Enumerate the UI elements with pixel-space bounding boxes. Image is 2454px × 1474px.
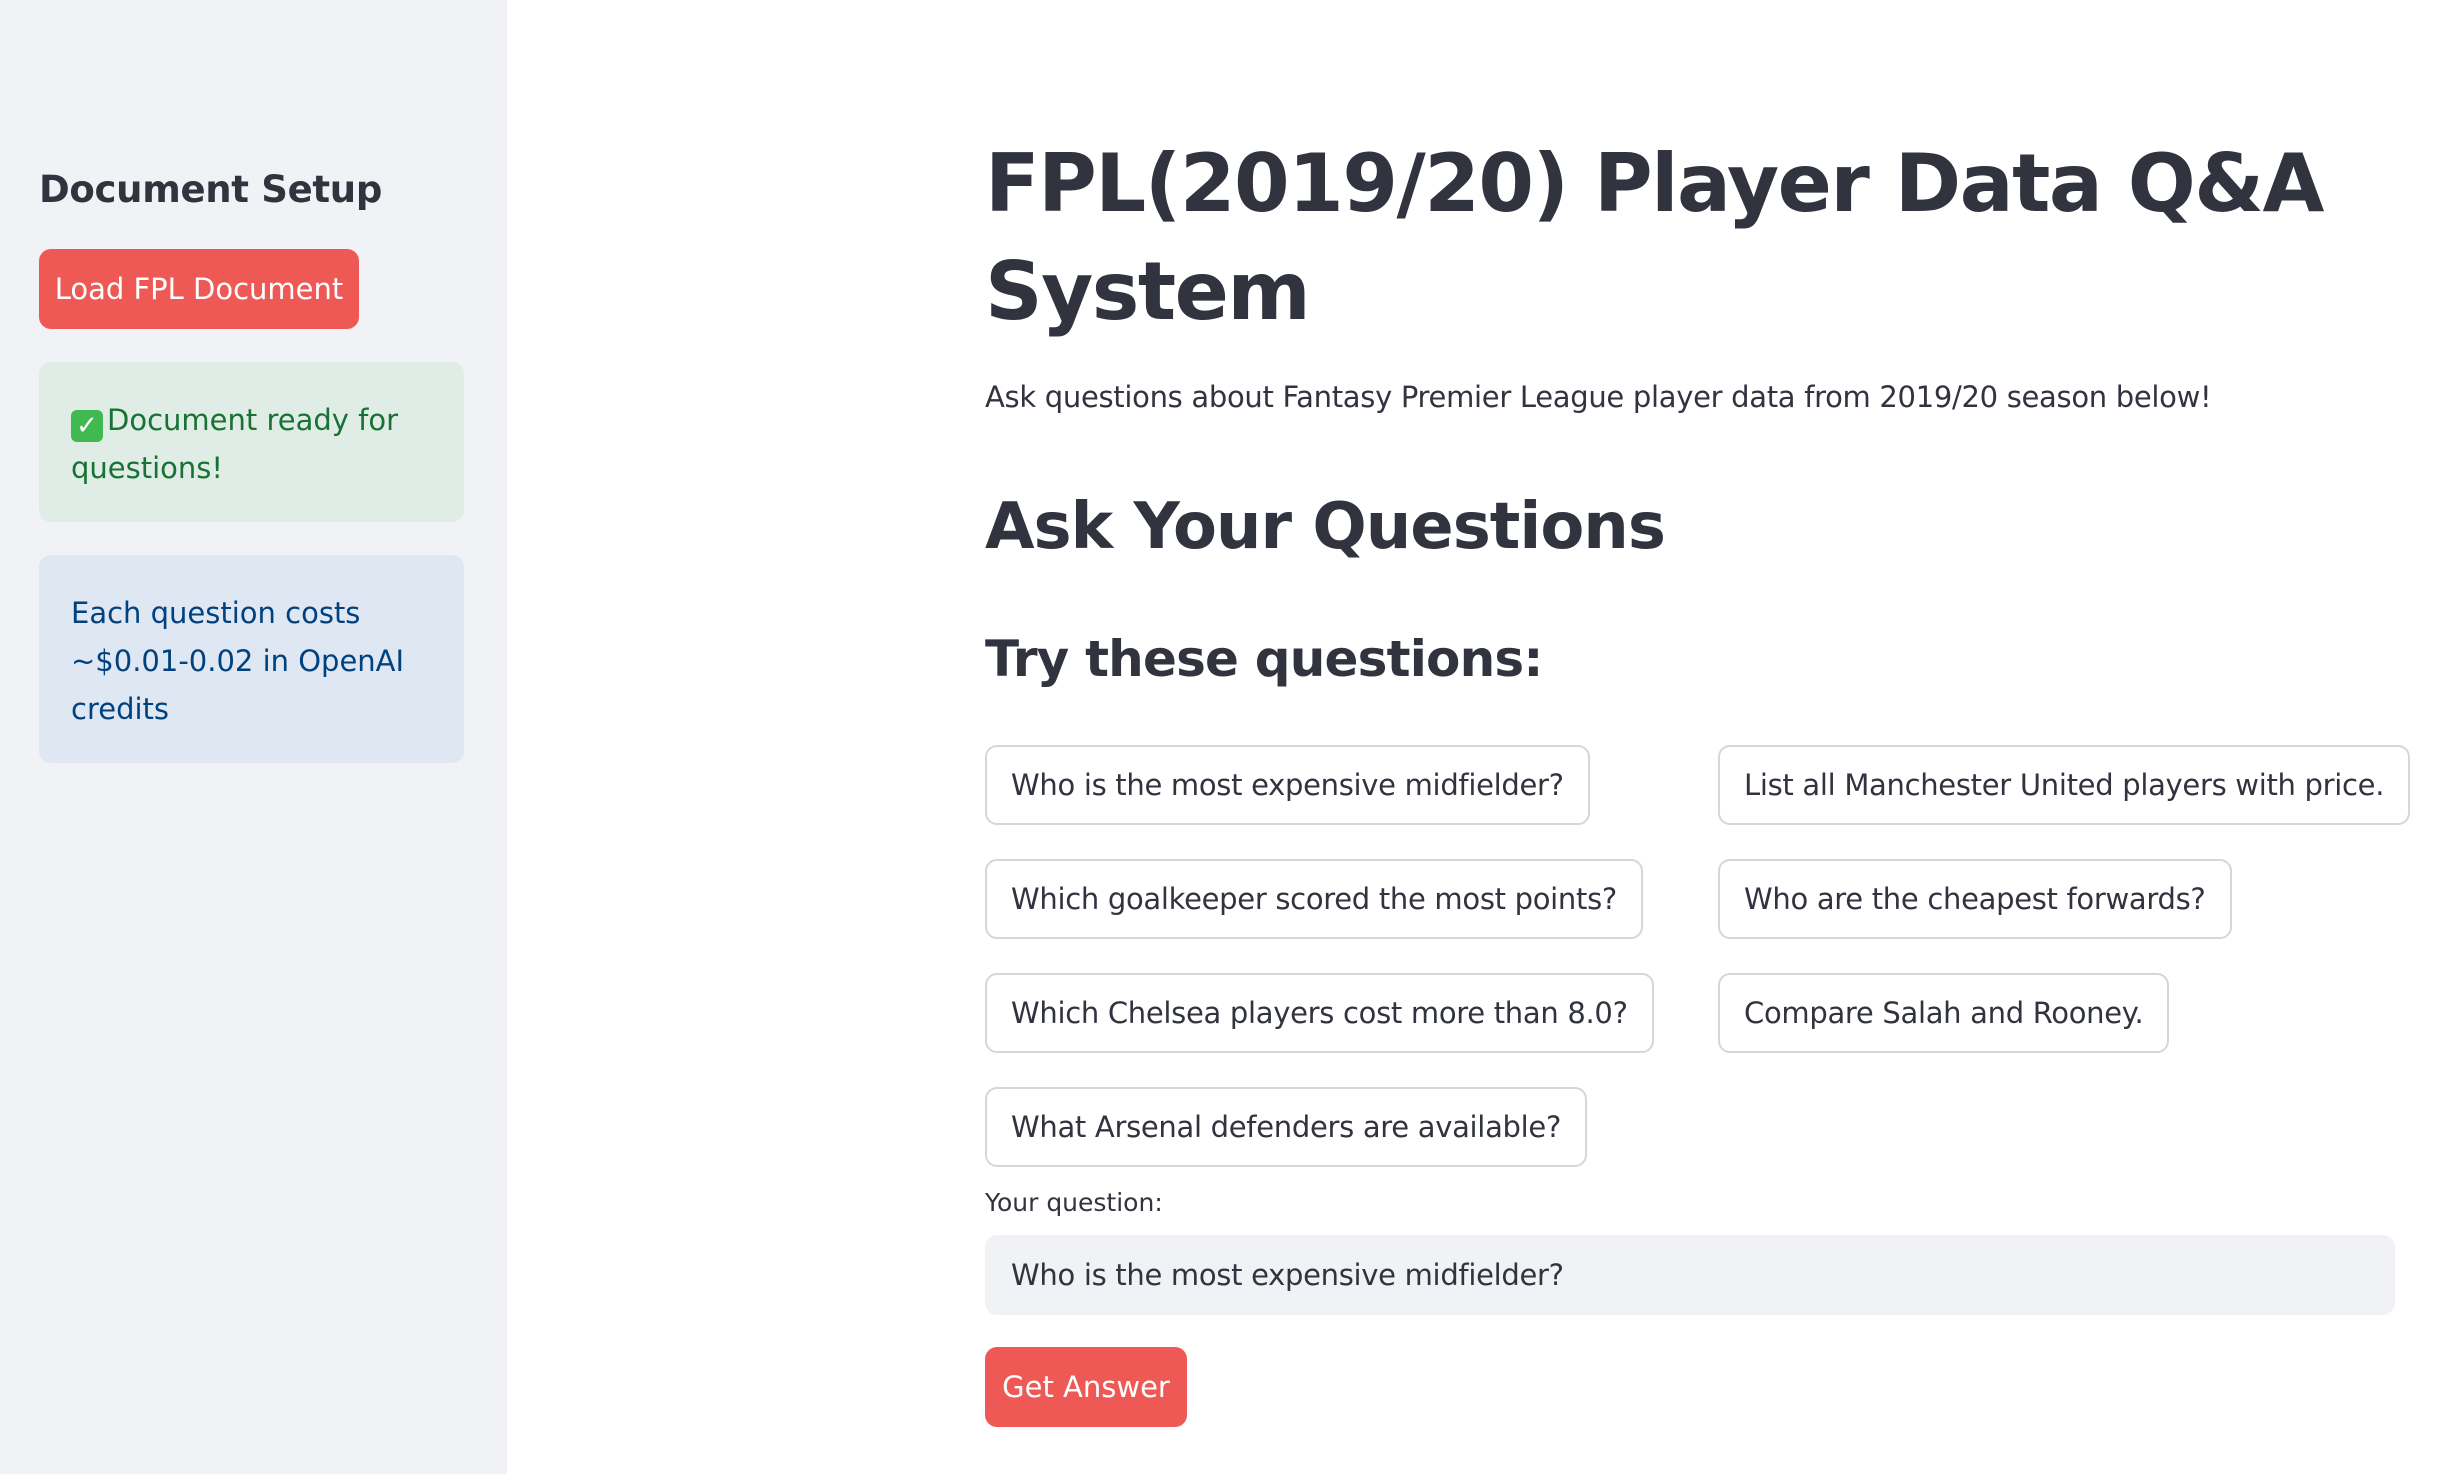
suggestion-button[interactable]: What Arsenal defenders are available? <box>985 1087 1588 1167</box>
suggestion-button[interactable]: Which goalkeeper scored the most points? <box>985 859 1643 939</box>
suggestion-button[interactable]: Who are the cheapest forwards? <box>1718 859 2232 939</box>
page-title: FPL(2019/20) Player Data Q&A System <box>985 137 2324 338</box>
success-alert: ✓ Document ready for questions! <box>39 362 464 522</box>
app-root: Document Setup Load FPL Document ✓ Docume… <box>0 0 2454 1474</box>
get-answer-button[interactable]: Get Answer <box>985 1347 1187 1427</box>
question-label: Your question: <box>985 1188 1163 1217</box>
success-message: Document ready for questions! <box>71 403 399 485</box>
suggestion-button[interactable]: Who is the most expensive midfielder? <box>985 745 1590 825</box>
page-subtitle: Ask questions about Fantasy Premier Leag… <box>985 380 2212 414</box>
sidebar: Document Setup Load FPL Document ✓ Docume… <box>0 0 507 1474</box>
info-alert: Each question costs ~$0.01-0.02 in OpenA… <box>39 555 464 763</box>
suggestion-button[interactable]: List all Manchester United players with … <box>1718 745 2411 825</box>
section-heading: Ask Your Questions <box>985 490 1666 564</box>
main-content: FPL(2019/20) Player Data Q&A System Ask … <box>507 0 2454 1474</box>
check-mark-icon: ✓ <box>71 410 103 442</box>
suggestion-button[interactable]: Compare Salah and Rooney. <box>1718 973 2170 1053</box>
suggestions-heading: Try these questions: <box>985 630 1543 688</box>
info-message: Each question costs ~$0.01-0.02 in OpenA… <box>71 596 405 726</box>
load-fpl-document-button[interactable]: Load FPL Document <box>39 249 359 329</box>
question-input[interactable] <box>985 1235 2395 1315</box>
suggestion-button[interactable]: Which Chelsea players cost more than 8.0… <box>985 973 1654 1053</box>
sidebar-heading: Document Setup <box>39 168 383 211</box>
